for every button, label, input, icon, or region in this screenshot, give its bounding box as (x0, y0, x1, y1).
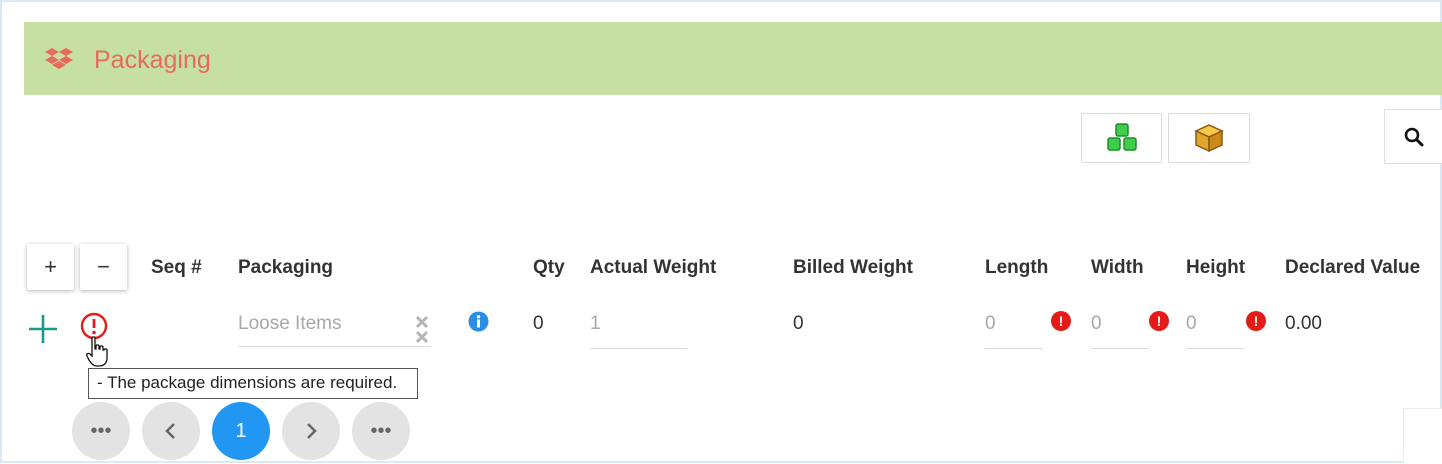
info-icon[interactable] (468, 311, 489, 332)
width-error-icon[interactable]: ! (1149, 311, 1169, 331)
search-icon (1404, 127, 1424, 146)
error-tooltip: - The package dimensions are required. (88, 368, 418, 399)
add-item-plus-icon[interactable] (27, 313, 59, 345)
column-header-length[interactable]: Length (985, 257, 1048, 279)
column-header-width[interactable]: Width (1091, 257, 1144, 279)
remove-row-button[interactable]: − (80, 244, 127, 290)
column-header-billed-weight[interactable]: Billed Weight (793, 257, 913, 279)
chevron-left-icon (165, 423, 175, 439)
column-header-packaging[interactable]: Packaging (238, 257, 333, 279)
column-header-height[interactable]: Height (1186, 257, 1245, 279)
billed-weight-value: 0 (793, 313, 804, 334)
yellow-box-icon (1194, 124, 1224, 153)
packaging-header: Packaging (24, 22, 1442, 95)
pagination-last[interactable]: ••• (352, 402, 410, 460)
green-cubes-icon (1106, 123, 1137, 151)
chevron-right-icon (307, 423, 317, 439)
corner-panel (1403, 408, 1442, 464)
packaging-input[interactable]: Loose Items (238, 313, 342, 335)
add-row-button[interactable]: + (27, 244, 74, 290)
height-underline (1186, 348, 1244, 349)
width-input[interactable]: 0 (1091, 313, 1102, 335)
pagination-page-1[interactable]: 1 (212, 402, 270, 460)
pagination-first[interactable]: ••• (72, 402, 130, 460)
packaging-underline (238, 346, 431, 347)
column-header-declared-value[interactable]: Declared Value (1285, 257, 1420, 279)
column-header-seq[interactable]: Seq # (151, 257, 202, 279)
width-underline (1091, 348, 1149, 349)
consolidate-button[interactable] (1081, 113, 1162, 163)
length-underline (985, 348, 1043, 349)
height-input[interactable]: 0 (1186, 313, 1197, 335)
search-button[interactable] (1384, 109, 1442, 164)
pagination-next[interactable] (282, 402, 340, 460)
pagination-prev[interactable] (142, 402, 200, 460)
column-header-qty[interactable]: Qty (533, 257, 565, 279)
actual-weight-input[interactable]: 1 (590, 313, 601, 335)
actual-weight-underline (590, 348, 687, 349)
qty-value: 0 (533, 313, 544, 334)
package-button[interactable] (1168, 113, 1250, 163)
height-error-icon[interactable]: ! (1246, 311, 1266, 331)
clear-icon[interactable] (414, 314, 430, 344)
page-title: Packaging (94, 46, 211, 74)
length-error-icon[interactable]: ! (1051, 311, 1071, 331)
dropbox-box-icon (45, 48, 73, 69)
column-header-actual-weight[interactable]: Actual Weight (590, 257, 716, 279)
declared-value: 0.00 (1285, 313, 1322, 334)
length-input[interactable]: 0 (985, 313, 996, 335)
hand-cursor-icon (86, 336, 108, 367)
